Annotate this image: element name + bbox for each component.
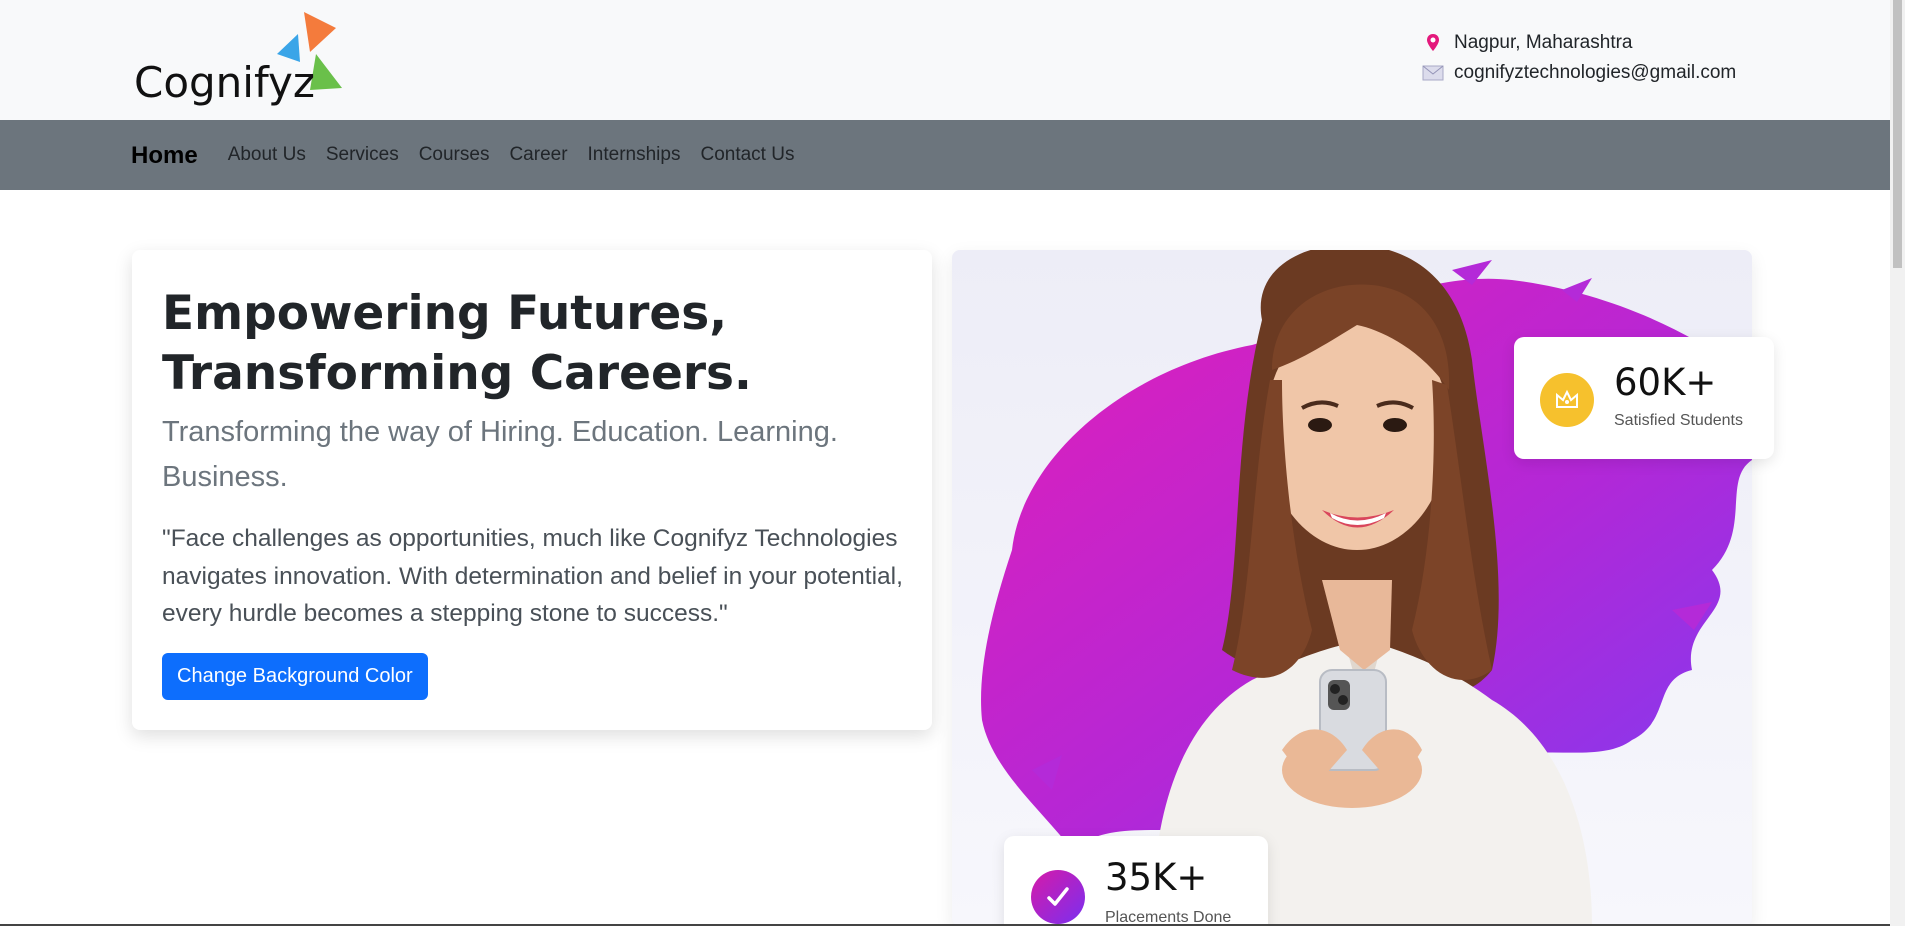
stat-number-students: 60K+ (1614, 361, 1717, 404)
logo-text: Cognifyz (134, 58, 315, 107)
top-header: Cognifyz Nagpur, Maharashtra cognifyztec… (0, 0, 1890, 120)
nav-link-about-us[interactable]: About Us (228, 144, 306, 166)
scrollbar-thumb[interactable] (1893, 0, 1902, 268)
logo[interactable]: Cognifyz (134, 12, 354, 108)
hero-title-line-2: Transforming Careers. (162, 346, 752, 401)
hero-subtitle: Transforming the way of Hiring. Educatio… (162, 416, 838, 493)
email-row: cognifyztechnologies@gmail.com (1422, 58, 1736, 88)
stat-label-students: Satisfied Students (1614, 412, 1743, 429)
stat-card-placements: 35K+ Placements Done (1004, 836, 1268, 926)
contact-info: Nagpur, Maharashtra cognifyztechnologies… (1422, 28, 1736, 88)
crown-icon (1540, 373, 1594, 427)
main-navbar: Home About Us Services Courses Career In… (0, 120, 1890, 190)
nav-link-internships[interactable]: Internships (588, 144, 681, 166)
check-icon (1031, 870, 1085, 924)
vertical-scrollbar[interactable] (1890, 0, 1905, 926)
hero-quote: "Face challenges as opportunities, much … (162, 525, 903, 627)
nav-link-contact-us[interactable]: Contact Us (700, 144, 794, 166)
stat-card-students: 60K+ Satisfied Students (1514, 337, 1774, 459)
envelope-icon (1422, 62, 1444, 84)
change-background-color-button[interactable]: Change Background Color (162, 653, 428, 700)
nav-inner: Home About Us Services Courses Career In… (131, 120, 814, 190)
hero-title: Empowering Futures, Transforming Careers… (162, 284, 922, 404)
email-link[interactable]: cognifyztechnologies@gmail.com (1454, 62, 1736, 84)
nav-link-career[interactable]: Career (509, 144, 567, 166)
location-text: Nagpur, Maharashtra (1454, 32, 1633, 53)
stat-number-placements: 35K+ (1105, 856, 1208, 899)
hero-title-line-1: Empowering Futures, (162, 286, 728, 341)
map-pin-icon (1422, 32, 1444, 54)
page: Cognifyz Nagpur, Maharashtra cognifyztec… (0, 0, 1905, 926)
nav-brand-home[interactable]: Home (131, 142, 198, 170)
nav-link-courses[interactable]: Courses (419, 144, 490, 166)
hero-card: Empowering Futures, Transforming Careers… (132, 250, 932, 730)
nav-link-services[interactable]: Services (326, 144, 399, 166)
location-row: Nagpur, Maharashtra (1422, 28, 1736, 58)
